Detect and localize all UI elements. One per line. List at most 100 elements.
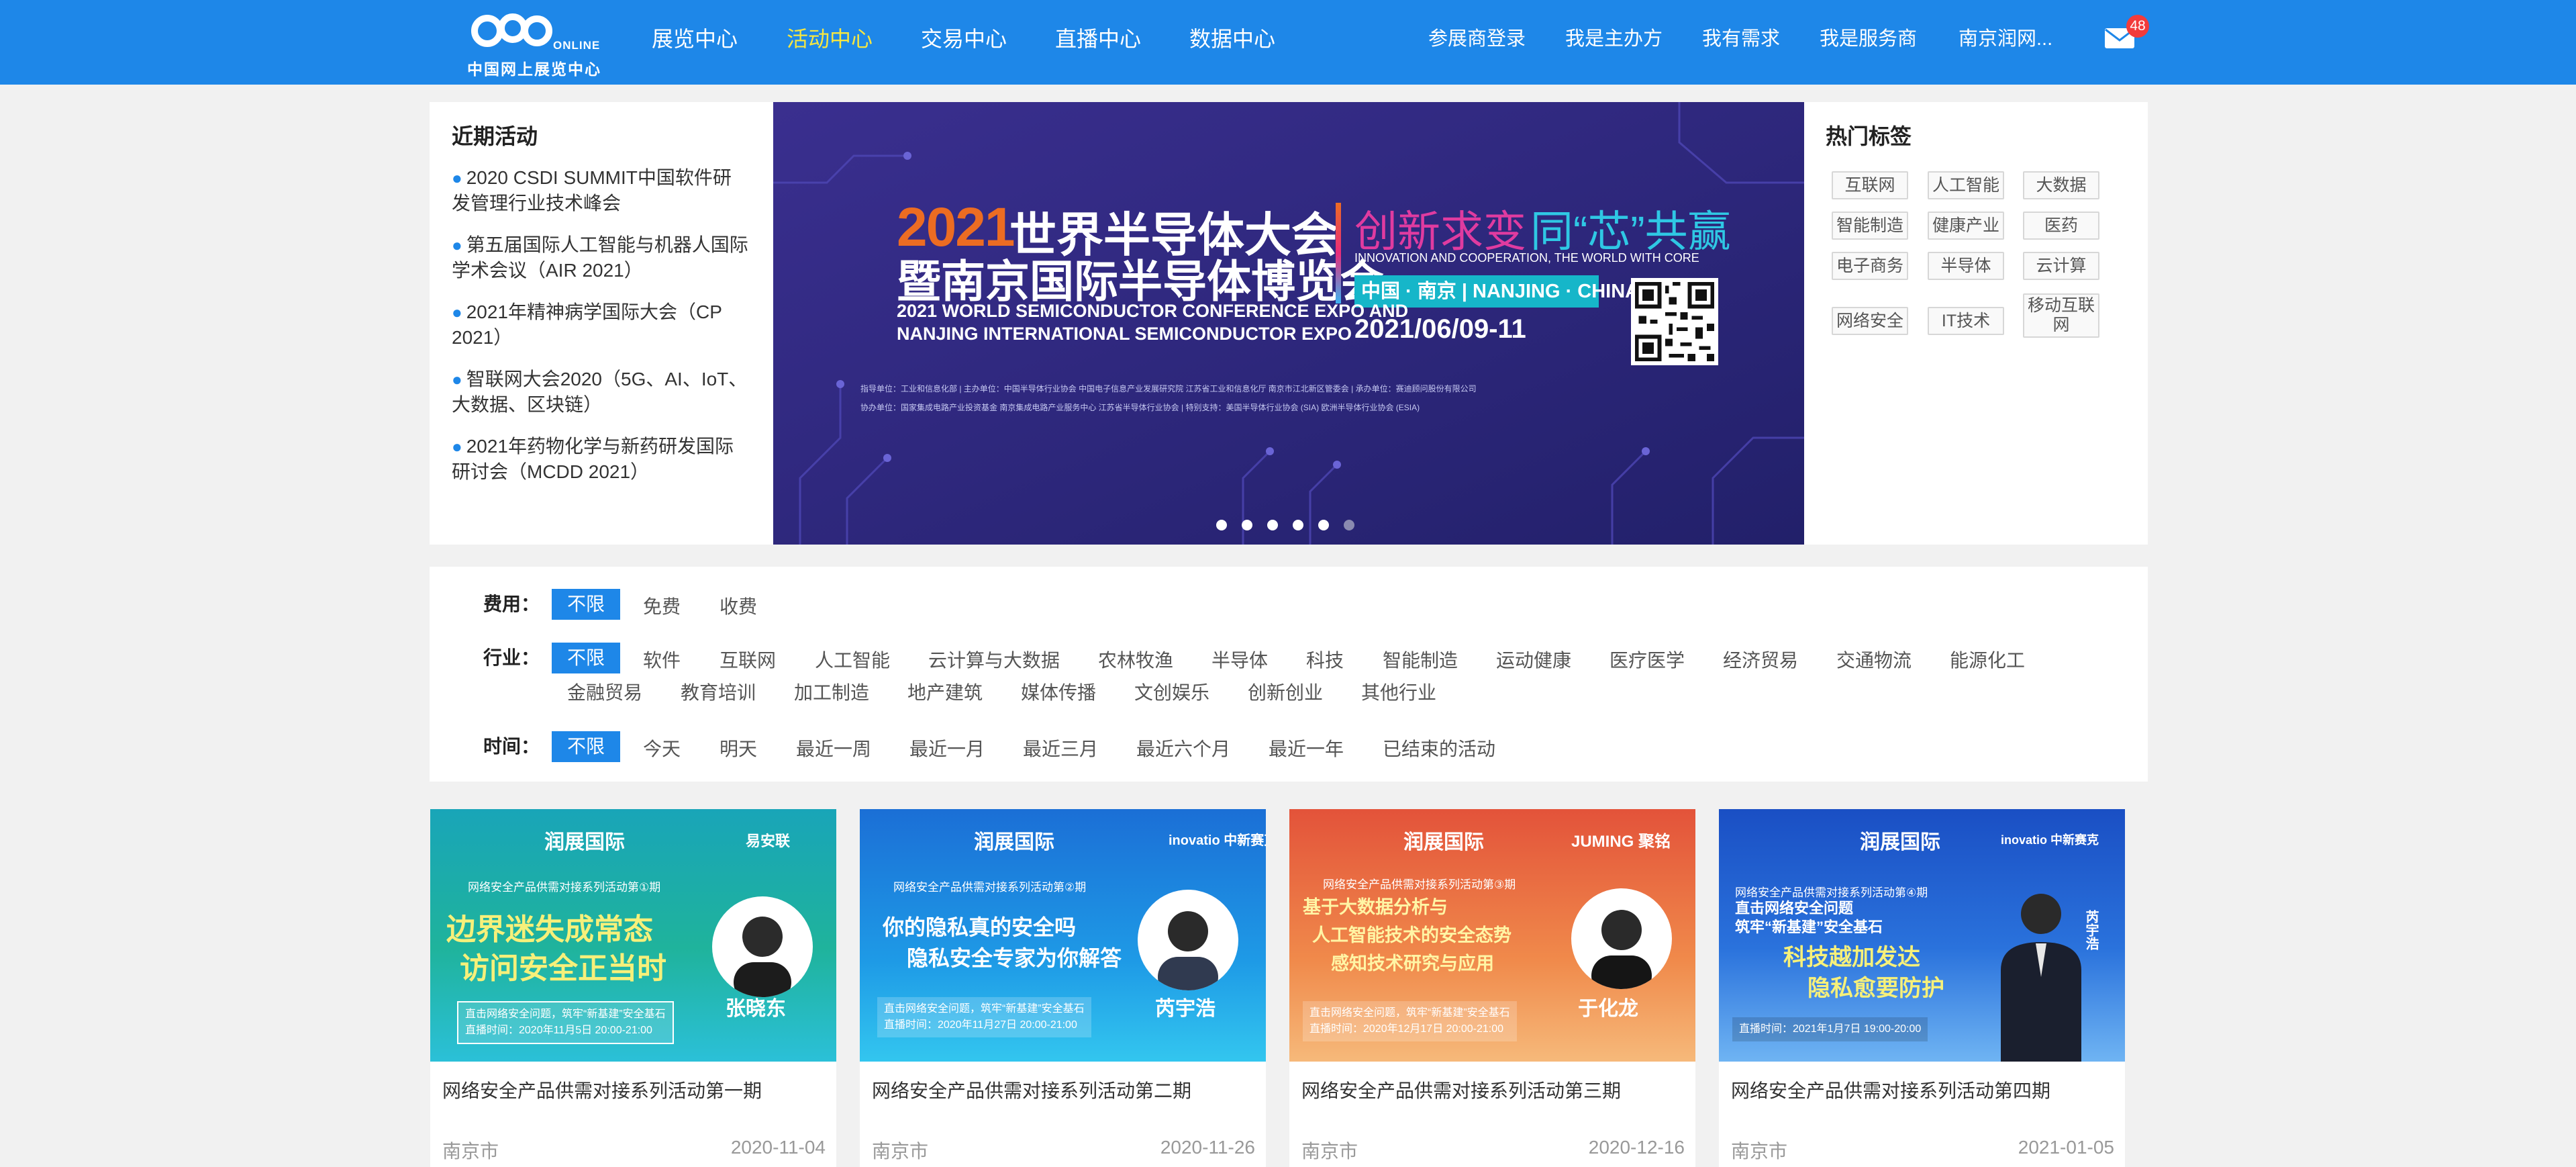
- activity-poster: 润展国际 inovatio 中新赛克 网络安全产品供需对接系列活动第④期 直击网…: [1719, 809, 2125, 1062]
- demand-link[interactable]: 我有需求: [1702, 0, 1780, 85]
- recent-item[interactable]: ● 2021年精神病学国际大会（CP 2021）: [452, 299, 757, 351]
- poster-headline: 感知技术研究与应用: [1331, 953, 1494, 974]
- hot-tag[interactable]: 医药: [2023, 212, 2099, 240]
- hot-tag[interactable]: 智能制造: [1832, 212, 1908, 240]
- industry-option[interactable]: 创新创业: [1248, 678, 1323, 705]
- industry-option-any[interactable]: 不限: [552, 643, 620, 673]
- industry-option[interactable]: 金融贸易: [567, 678, 642, 705]
- hot-tag[interactable]: IT技术: [1928, 307, 2004, 335]
- bullet-icon: ●: [452, 302, 462, 322]
- poster-headline: 科技越加发达: [1783, 945, 1920, 970]
- activity-card[interactable]: 润展国际 易安联 网络安全产品供需对接系列活动第①期 边界迷失成常态 访问安全正…: [430, 809, 836, 1167]
- recent-item[interactable]: ● 2021年药物化学与新药研发国际 研讨会（MCDD 2021）: [452, 434, 757, 485]
- speaker-name: 张晓东: [726, 998, 786, 1020]
- industry-option[interactable]: 地产建筑: [907, 678, 983, 705]
- nav-activity-center[interactable]: 活动中心: [787, 0, 873, 85]
- activity-card[interactable]: 润展国际 inovatio 中新赛克 网络安全产品供需对接系列活动第④期 直击网…: [1719, 809, 2125, 1167]
- poster-series: 网络安全产品供需对接系列活动第④期: [1735, 886, 1928, 899]
- hot-tags-title: 热门标签: [1826, 124, 1912, 148]
- poster-headline: 访问安全正当时: [460, 952, 666, 985]
- recent-item[interactable]: ● 智联网大会2020（5G、AI、IoT、 大数据、区块链）: [452, 367, 757, 418]
- industry-option[interactable]: 互联网: [720, 646, 776, 673]
- exhibitor-login-link[interactable]: 参展商登录: [1428, 0, 1526, 85]
- organizer-link[interactable]: 我是主办方: [1565, 0, 1663, 85]
- industry-option[interactable]: 软件: [643, 646, 681, 673]
- recent-item-line: 2020 CSDI SUMMIT中国软件研: [466, 167, 732, 188]
- hot-tag[interactable]: 网络安全: [1832, 307, 1908, 335]
- time-option[interactable]: 最近六个月: [1136, 735, 1230, 761]
- industry-option[interactable]: 加工制造: [794, 678, 869, 705]
- carousel-dot[interactable]: [1318, 520, 1329, 530]
- fee-option-paid[interactable]: 收费: [720, 592, 757, 619]
- industry-option[interactable]: 智能制造: [1383, 646, 1458, 673]
- time-option[interactable]: 最近一月: [909, 735, 985, 761]
- industry-option[interactable]: 医疗医学: [1609, 646, 1685, 673]
- hot-tag[interactable]: 互联网: [1832, 171, 1908, 199]
- carousel-dot[interactable]: [1242, 520, 1252, 530]
- bullet-icon: ●: [452, 436, 462, 457]
- bullet-icon: ●: [452, 168, 462, 188]
- nav-trade[interactable]: 交易中心: [921, 0, 1007, 85]
- banner-slogan-a: 创新求变: [1354, 207, 1526, 256]
- industry-option[interactable]: 科技: [1306, 646, 1344, 673]
- activity-card[interactable]: 润展国际 JUMING 聚铭 网络安全产品供需对接系列活动第③期 基于大数据分析…: [1289, 809, 1695, 1167]
- event-banner-carousel[interactable]: 2021 世界半导体大会 暨南京国际半导体博览会 创新求变 同“芯”共赢 INN…: [773, 102, 1804, 545]
- user-account-link[interactable]: 南京润网...: [1959, 0, 2052, 85]
- hot-tag[interactable]: 半导体: [1928, 252, 2004, 280]
- poster-headline: 基于大数据分析与: [1303, 897, 1448, 917]
- industry-option[interactable]: 文创娱乐: [1134, 678, 1209, 705]
- time-option-any[interactable]: 不限: [552, 731, 620, 762]
- industry-option[interactable]: 教育培训: [681, 678, 756, 705]
- nav-exhibition[interactable]: 展览中心: [652, 0, 738, 85]
- industry-option[interactable]: 媒体传播: [1021, 678, 1096, 705]
- time-option[interactable]: 已结束的活动: [1383, 735, 1495, 761]
- poster-info-box: 直击网络安全问题，筑牢“新基建”安全基石 直播时间：2020年11月5日 20:0…: [457, 1001, 674, 1044]
- hot-tag[interactable]: 人工智能: [1928, 171, 2004, 199]
- time-option[interactable]: 最近一年: [1269, 735, 1344, 761]
- time-option[interactable]: 明天: [720, 735, 757, 761]
- activity-poster: 润展国际 JUMING 聚铭 网络安全产品供需对接系列活动第③期 基于大数据分析…: [1289, 809, 1695, 1062]
- poster-partner: inovatio 中新赛克: [1169, 833, 1266, 848]
- banner-divider: [1336, 203, 1341, 304]
- carousel-dot[interactable]: [1267, 520, 1278, 530]
- recent-item[interactable]: ● 第五届国际人工智能与机器人国际 学术会议（AIR 2021）: [452, 232, 757, 283]
- activity-city: 南京市: [872, 1141, 929, 1162]
- activity-title: 网络安全产品供需对接系列活动第四期: [1731, 1080, 2051, 1101]
- hot-tag[interactable]: 移动互联网: [2023, 293, 2099, 338]
- recent-item[interactable]: ● 2020 CSDI SUMMIT中国软件研 发管理行业技术峰会: [452, 165, 757, 216]
- hot-tag[interactable]: 健康产业: [1928, 212, 2004, 240]
- site-logo[interactable]: ONLINE 中国网上展览中心: [467, 8, 601, 78]
- hot-tag[interactable]: 云计算: [2023, 252, 2099, 280]
- nav-live[interactable]: 直播中心: [1055, 0, 1141, 85]
- hot-tag[interactable]: 电子商务: [1832, 252, 1908, 280]
- industry-option[interactable]: 能源化工: [1950, 646, 2025, 673]
- industry-option[interactable]: 半导体: [1211, 646, 1268, 673]
- industry-option[interactable]: 交通物流: [1836, 646, 1912, 673]
- carousel-dot-active[interactable]: [1344, 520, 1354, 530]
- carousel-dot[interactable]: [1293, 520, 1303, 530]
- industry-option[interactable]: 云计算与大数据: [928, 646, 1060, 673]
- recent-item-line: 研讨会（MCDD 2021）: [452, 461, 650, 482]
- fee-option-free[interactable]: 免费: [643, 592, 681, 619]
- poster-partner: inovatio 中新赛克: [2001, 833, 2099, 847]
- activity-poster: 润展国际 易安联 网络安全产品供需对接系列活动第①期 边界迷失成常态 访问安全正…: [430, 809, 836, 1062]
- time-option[interactable]: 今天: [643, 735, 681, 761]
- industry-option[interactable]: 农林牧渔: [1098, 646, 1173, 673]
- banner-organizers-1: 指导单位：工业和信息化部 | 主办单位：中国半导体行业协会 中国电子信息产业发展…: [860, 384, 1477, 393]
- poster-headline: 你的隐私真的安全吗: [883, 915, 1077, 939]
- time-option[interactable]: 最近三月: [1023, 735, 1098, 761]
- carousel-dot[interactable]: [1216, 520, 1227, 530]
- activity-title: 网络安全产品供需对接系列活动第一期: [442, 1080, 762, 1101]
- time-option[interactable]: 最近一周: [796, 735, 871, 761]
- hot-tag[interactable]: 大数据: [2023, 171, 2099, 199]
- fee-option-any[interactable]: 不限: [552, 589, 620, 620]
- qr-code-icon: [1631, 278, 1718, 365]
- industry-option[interactable]: 其他行业: [1361, 678, 1436, 705]
- provider-link[interactable]: 我是服务商: [1820, 0, 1917, 85]
- nav-data[interactable]: 数据中心: [1189, 0, 1275, 85]
- activity-card[interactable]: 润展国际 inovatio 中新赛克 网络安全产品供需对接系列活动第②期 你的隐…: [860, 809, 1266, 1167]
- industry-option[interactable]: 人工智能: [815, 646, 890, 673]
- logo-online-text: ONLINE: [553, 39, 601, 52]
- industry-option[interactable]: 经济贸易: [1723, 646, 1798, 673]
- industry-option[interactable]: 运动健康: [1496, 646, 1571, 673]
